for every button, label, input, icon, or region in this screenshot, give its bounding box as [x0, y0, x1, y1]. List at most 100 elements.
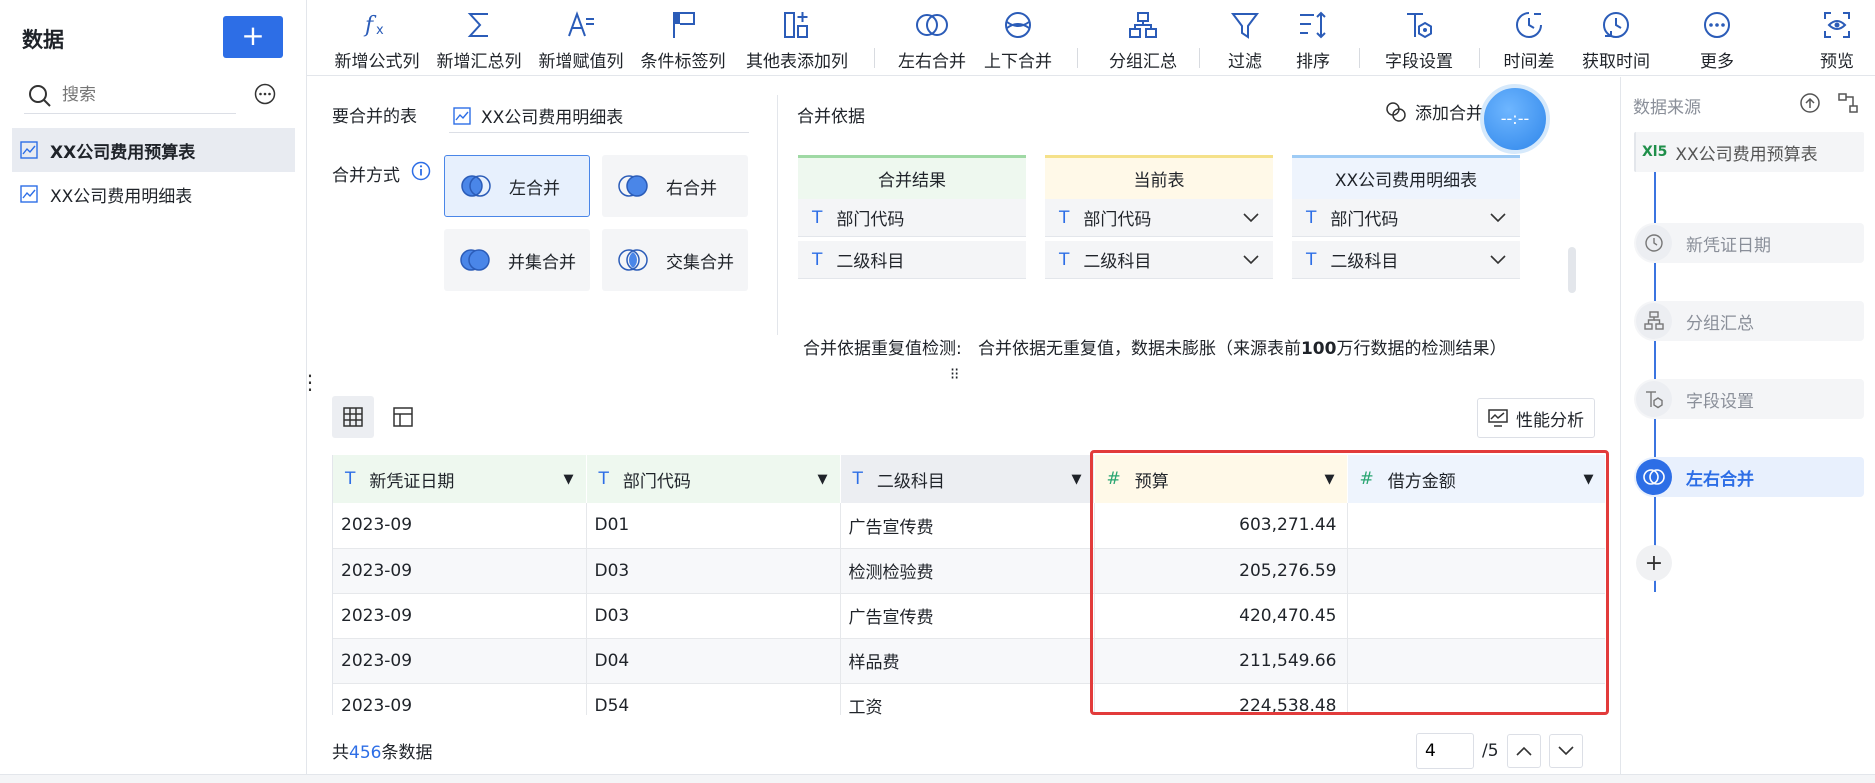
- cell-budget[interactable]: 211,549.66: [1094, 638, 1348, 684]
- flow-step-field-settings[interactable]: 字段设置: [1634, 379, 1864, 419]
- lr-merge-icon: [916, 14, 948, 36]
- cell-debit[interactable]: [1347, 548, 1605, 594]
- flow-step-group[interactable]: 分组汇总: [1634, 301, 1864, 341]
- column-header-dept[interactable]: T 部门代码 ▼: [586, 455, 841, 503]
- tool-field-settings[interactable]: 字段设置: [1373, 0, 1465, 76]
- more-options-icon[interactable]: [254, 83, 276, 105]
- tool-add-column-from-table[interactable]: 其他表添加列: [739, 0, 855, 76]
- prev-page-button[interactable]: [1506, 734, 1541, 768]
- grid-view-button[interactable]: [332, 396, 374, 438]
- upload-icon[interactable]: [1799, 92, 1821, 114]
- dropdown-arrow-icon[interactable]: ▼: [818, 472, 828, 487]
- add-step-button[interactable]: +: [1636, 545, 1672, 581]
- cell-budget[interactable]: 420,470.45: [1094, 593, 1348, 639]
- assign-icon: [568, 11, 594, 37]
- cell-date[interactable]: 2023-09: [333, 593, 587, 639]
- column-header-date[interactable]: T 新凭证日期 ▼: [333, 455, 587, 503]
- layout-view-button[interactable]: [382, 396, 424, 438]
- cell-dept[interactable]: D54: [586, 683, 841, 715]
- flow-step-date[interactable]: 新凭证日期: [1634, 223, 1864, 263]
- flow-source-step[interactable]: Xl5 XX公司费用预算表: [1634, 132, 1864, 172]
- pagination: /5: [1416, 733, 1583, 769]
- flow-icon[interactable]: [1837, 92, 1859, 114]
- search-input[interactable]: [62, 81, 232, 109]
- tool-new-summary-column[interactable]: 新增汇总列: [433, 0, 525, 76]
- cell-subject[interactable]: 样品费: [840, 638, 1095, 684]
- tool-condition-tag-column[interactable]: 条件标签列: [637, 0, 729, 76]
- basis-field-select[interactable]: T 部门代码: [1292, 199, 1520, 237]
- get-time-icon: [1603, 12, 1629, 38]
- cell-budget[interactable]: 603,271.44: [1094, 503, 1348, 549]
- tool-up-down-merge[interactable]: 上下合并: [979, 0, 1057, 76]
- tool-new-formula-column[interactable]: fx 新增公式列: [331, 0, 423, 76]
- right-merge-icon: [618, 175, 648, 197]
- tool-group-summary[interactable]: 分组汇总: [1097, 0, 1189, 76]
- column-header-budget[interactable]: # 预算 ▼: [1094, 455, 1348, 503]
- merge-method-union[interactable]: 并集合并: [444, 229, 590, 291]
- merge-method-intersect[interactable]: 交集合并: [602, 229, 748, 291]
- merge-method-right[interactable]: 右合并: [602, 155, 748, 217]
- cell-date[interactable]: 2023-09: [333, 548, 587, 594]
- table-row: 2023-09 D03 广告宣传费 420,470.45: [333, 593, 1605, 639]
- cell-subject[interactable]: 检测检验费: [840, 548, 1095, 594]
- page-input[interactable]: [1416, 733, 1474, 769]
- basis-field-select[interactable]: T 部门代码: [1045, 199, 1273, 237]
- cell-debit[interactable]: [1347, 683, 1605, 715]
- basis-field-select[interactable]: T 二级科目: [1292, 241, 1520, 279]
- merge-method-left[interactable]: 左合并: [444, 155, 590, 217]
- cell-dept[interactable]: D03: [586, 593, 841, 639]
- dropdown-arrow-icon[interactable]: ▼: [1072, 472, 1082, 487]
- cell-date[interactable]: 2023-09: [333, 683, 587, 715]
- dropdown-arrow-icon[interactable]: ▼: [1584, 472, 1594, 487]
- cell-debit[interactable]: [1347, 503, 1605, 549]
- table-icon: [453, 106, 471, 125]
- column-header: 合并结果: [798, 155, 1026, 199]
- floating-assistant-bubble[interactable]: --:--: [1480, 84, 1550, 154]
- cell-date[interactable]: 2023-09: [333, 503, 587, 549]
- column-header-debit[interactable]: # 借方金额 ▼: [1347, 455, 1605, 503]
- dropdown-arrow-icon[interactable]: ▼: [564, 472, 574, 487]
- panel-split-handle[interactable]: ⁝⁝: [950, 364, 959, 383]
- field-settings-icon: [1646, 391, 1663, 409]
- performance-analysis-button[interactable]: 性能分析: [1477, 398, 1595, 438]
- cell-dept[interactable]: D04: [586, 638, 841, 684]
- basis-field-select[interactable]: T 二级科目: [1045, 241, 1273, 279]
- info-icon[interactable]: [411, 161, 431, 181]
- sigma-icon: [467, 13, 488, 37]
- cell-subject[interactable]: 广告宣传费: [840, 593, 1095, 639]
- tool-filter[interactable]: 过滤: [1215, 0, 1275, 76]
- cell-date[interactable]: 2023-09: [333, 638, 587, 684]
- add-table-button[interactable]: +: [223, 16, 283, 58]
- tool-sort[interactable]: 排序: [1283, 0, 1343, 76]
- cell-debit[interactable]: [1347, 638, 1605, 684]
- next-page-button[interactable]: [1548, 734, 1583, 768]
- cell-budget[interactable]: 224,538.48: [1094, 683, 1348, 715]
- add-merge-basis-button[interactable]: 添加合并: [1385, 99, 1483, 124]
- cell-dept[interactable]: D03: [586, 548, 841, 594]
- flow-step-lr-merge[interactable]: 左右合并: [1634, 457, 1864, 497]
- data-source-panel: 数据来源 Xl5 XX公司费用预算表 新凭证日期 分组汇总 字段设置 左右合并 …: [1620, 77, 1875, 783]
- tool-new-assign-column[interactable]: 新增赋值列: [535, 0, 627, 76]
- column-merge-result: 合并结果 T 部门代码 T 二级科目: [798, 155, 1026, 279]
- cell-dept[interactable]: D01: [586, 503, 841, 549]
- toolbar: fx 新增公式列 新增汇总列 新增赋值列 条件标签列 其他表添加列 左右合并 上…: [307, 0, 1875, 76]
- cell-subject[interactable]: 工资: [840, 683, 1095, 715]
- merge-table-select[interactable]: XX公司费用明细表: [449, 99, 749, 133]
- svg-text:f: f: [363, 13, 377, 38]
- cell-budget[interactable]: 205,276.59: [1094, 548, 1348, 594]
- time-diff-icon: [1516, 12, 1542, 38]
- column-header-subject[interactable]: T 二级科目 ▼: [840, 455, 1095, 503]
- table-item-budget[interactable]: XX公司费用预算表: [12, 128, 295, 172]
- cell-subject[interactable]: 广告宣传费: [840, 503, 1095, 549]
- tool-left-right-merge[interactable]: 左右合并: [893, 0, 971, 76]
- cell-debit[interactable]: [1347, 593, 1605, 639]
- scrollbar[interactable]: [1568, 247, 1576, 293]
- table-row: 2023-09 D01 广告宣传费 603,271.44: [333, 503, 1605, 549]
- tool-get-time[interactable]: 获取时间: [1571, 0, 1661, 76]
- tool-time-diff[interactable]: 时间差: [1491, 0, 1567, 76]
- tool-more[interactable]: 更多: [1687, 0, 1747, 76]
- bottom-scrollbar[interactable]: [0, 774, 1875, 783]
- table-item-detail[interactable]: XX公司费用明细表: [12, 172, 295, 216]
- dropdown-arrow-icon[interactable]: ▼: [1325, 472, 1335, 487]
- tool-preview[interactable]: 预览: [1807, 0, 1867, 76]
